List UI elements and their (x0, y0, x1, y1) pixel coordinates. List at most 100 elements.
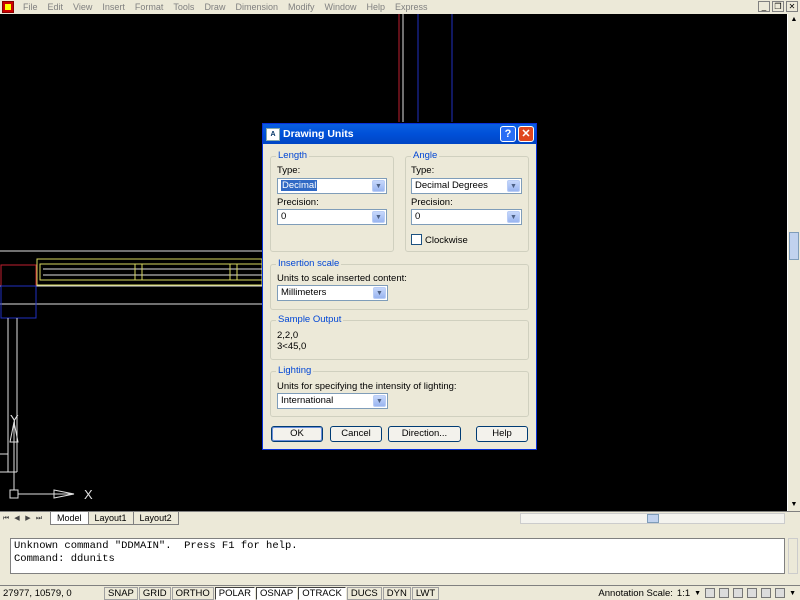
ok-button[interactable]: OK (271, 426, 323, 442)
chevron-down-icon[interactable]: ▼ (372, 180, 385, 192)
lighting-label: Units for specifying the intensity of li… (277, 381, 457, 392)
menu-view[interactable]: View (68, 2, 97, 12)
prev-tab-icon[interactable]: ◀ (12, 514, 22, 524)
window-frame-outer (36, 258, 263, 286)
lock-icon[interactable] (747, 588, 758, 598)
tab-layout2[interactable]: Layout2 (132, 512, 179, 525)
menu-format[interactable]: Format (130, 2, 169, 12)
cancel-button[interactable]: Cancel (330, 426, 382, 442)
chevron-down-icon[interactable]: ▼ (373, 395, 386, 407)
title-close-button[interactable]: ✕ (518, 126, 534, 142)
dialog-titlebar[interactable]: A Drawing Units ? ✕ (263, 124, 536, 144)
chevron-down-icon[interactable]: ▼ (372, 211, 385, 223)
dialog-app-icon: A (266, 127, 280, 141)
direction-button[interactable]: Direction... (388, 426, 461, 442)
length-precision-select[interactable]: 0 ▼ (277, 209, 387, 225)
angle-precision-select[interactable]: 0 ▼ (411, 209, 522, 225)
restore-button[interactable]: ❐ (772, 1, 784, 12)
menu-draw[interactable]: Draw (199, 2, 230, 12)
polar-toggle[interactable]: POLAR (214, 586, 255, 600)
lwt-toggle[interactable]: LWT (411, 586, 440, 600)
command-window: Unknown command "DDMAIN". Press F1 for h… (0, 525, 800, 585)
insertion-scale-label: Units to scale inserted content: (277, 273, 407, 284)
otrack-toggle[interactable]: OTRACK (298, 586, 346, 600)
command-line-2: Command: ddunits (14, 553, 115, 565)
menu-insert[interactable]: Insert (97, 2, 130, 12)
last-tab-icon[interactable]: ⏭ (34, 514, 44, 524)
menu-help[interactable]: Help (362, 2, 391, 12)
clockwise-label[interactable]: Clockwise (425, 235, 468, 246)
angle-precision-label: Precision: (411, 197, 453, 208)
length-precision-label: Precision: (277, 197, 319, 208)
dialog-title: Drawing Units (283, 128, 354, 140)
length-legend: Length (276, 150, 310, 161)
length-type-label: Type: (277, 165, 301, 176)
window-frame-inner (39, 263, 263, 281)
clockwise-checkbox[interactable] (411, 234, 422, 245)
menu-bar: File Edit View Insert Format Tools Draw … (0, 0, 800, 14)
annotation-scale-value[interactable]: 1:1 (677, 588, 690, 599)
chevron-down-icon[interactable]: ▼ (507, 180, 520, 192)
chevron-down-icon[interactable]: ▼ (507, 211, 520, 223)
osnap-toggle[interactable]: OSNAP (255, 586, 298, 600)
dyn-toggle[interactable]: DYN (382, 586, 411, 600)
insertion-scale-legend: Insertion scale (276, 258, 342, 269)
close-document-button[interactable]: ✕ (786, 1, 798, 12)
auto-scale-icon[interactable] (719, 588, 730, 598)
status-menu-icon[interactable]: ▼ (789, 590, 796, 597)
menu-tools[interactable]: Tools (168, 2, 199, 12)
insertion-units-select[interactable]: Millimeters ▼ (277, 285, 388, 301)
menu-file[interactable]: File (18, 2, 43, 12)
command-line-1: Unknown command "DDMAIN". Press F1 for h… (14, 540, 298, 552)
menu-dimension[interactable]: Dimension (230, 2, 283, 12)
ucs-icon (9, 421, 75, 499)
tray-settings-icon[interactable] (761, 588, 772, 598)
lighting-units-select[interactable]: International ▼ (277, 393, 388, 409)
menu-edit[interactable]: Edit (43, 2, 69, 12)
angle-type-label: Type: (411, 165, 435, 176)
clean-screen-icon[interactable] (775, 588, 786, 598)
workspace-icon[interactable] (733, 588, 744, 598)
sample-output-legend: Sample Output (276, 314, 344, 325)
scroll-down-icon[interactable]: ▼ (789, 500, 799, 510)
ucs-x-label: X (84, 487, 93, 502)
length-type-select[interactable]: Decimal ▼ (277, 178, 387, 194)
angle-type-select[interactable]: Decimal Degrees ▼ (411, 178, 522, 194)
vertical-scrollbar[interactable]: ▲ ▼ (787, 14, 800, 511)
title-help-button[interactable]: ? (500, 126, 516, 142)
annotation-dropdown-icon[interactable]: ▼ (694, 590, 701, 597)
tab-layout1[interactable]: Layout1 (87, 512, 134, 525)
angle-legend: Angle (411, 150, 440, 161)
column-red (0, 264, 37, 287)
snap-toggle[interactable]: SNAP (104, 586, 138, 600)
chevron-down-icon[interactable]: ▼ (373, 287, 386, 299)
grid-toggle[interactable]: GRID (138, 586, 171, 600)
annotation-visibility-icon[interactable] (705, 588, 716, 598)
command-scrollbar[interactable] (788, 538, 798, 574)
menu-window[interactable]: Window (320, 2, 362, 12)
sample-output-line-2: 3<45,0 (277, 341, 307, 352)
insertion-units-value: Millimeters (281, 287, 327, 298)
minimize-button[interactable]: _ (758, 1, 770, 12)
menu-modify[interactable]: Modify (283, 2, 320, 12)
menu-express[interactable]: Express (390, 2, 433, 12)
ucs-y-label: Y (10, 412, 19, 427)
autocad-app-icon[interactable] (2, 1, 14, 13)
tab-model[interactable]: Model (50, 512, 89, 525)
horizontal-scrollbar[interactable] (520, 513, 785, 524)
document-window-controls: _ ❐ ✕ (758, 1, 798, 12)
help-button[interactable]: Help (476, 426, 528, 442)
ortho-toggle[interactable]: ORTHO (171, 586, 214, 600)
window-mullion-1 (134, 263, 143, 281)
command-history[interactable]: Unknown command "DDMAIN". Press F1 for h… (10, 538, 785, 574)
horizontal-scroll-thumb[interactable] (647, 514, 659, 523)
coordinate-readout: 27977, 10579, 0 (3, 587, 72, 599)
vertical-scroll-thumb[interactable] (789, 232, 799, 260)
next-tab-icon[interactable]: ▶ (23, 514, 33, 524)
angle-type-value: Decimal Degrees (415, 180, 488, 191)
scroll-up-icon[interactable]: ▲ (789, 15, 799, 25)
status-bar: 27977, 10579, 0 SNAP GRID ORTHO POLAR OS… (0, 585, 800, 600)
first-tab-icon[interactable]: ⏮ (1, 514, 11, 524)
drawing-units-dialog: A Drawing Units ? ✕ Length Type: Decimal… (262, 123, 537, 450)
ducs-toggle[interactable]: DUCS (346, 586, 382, 600)
